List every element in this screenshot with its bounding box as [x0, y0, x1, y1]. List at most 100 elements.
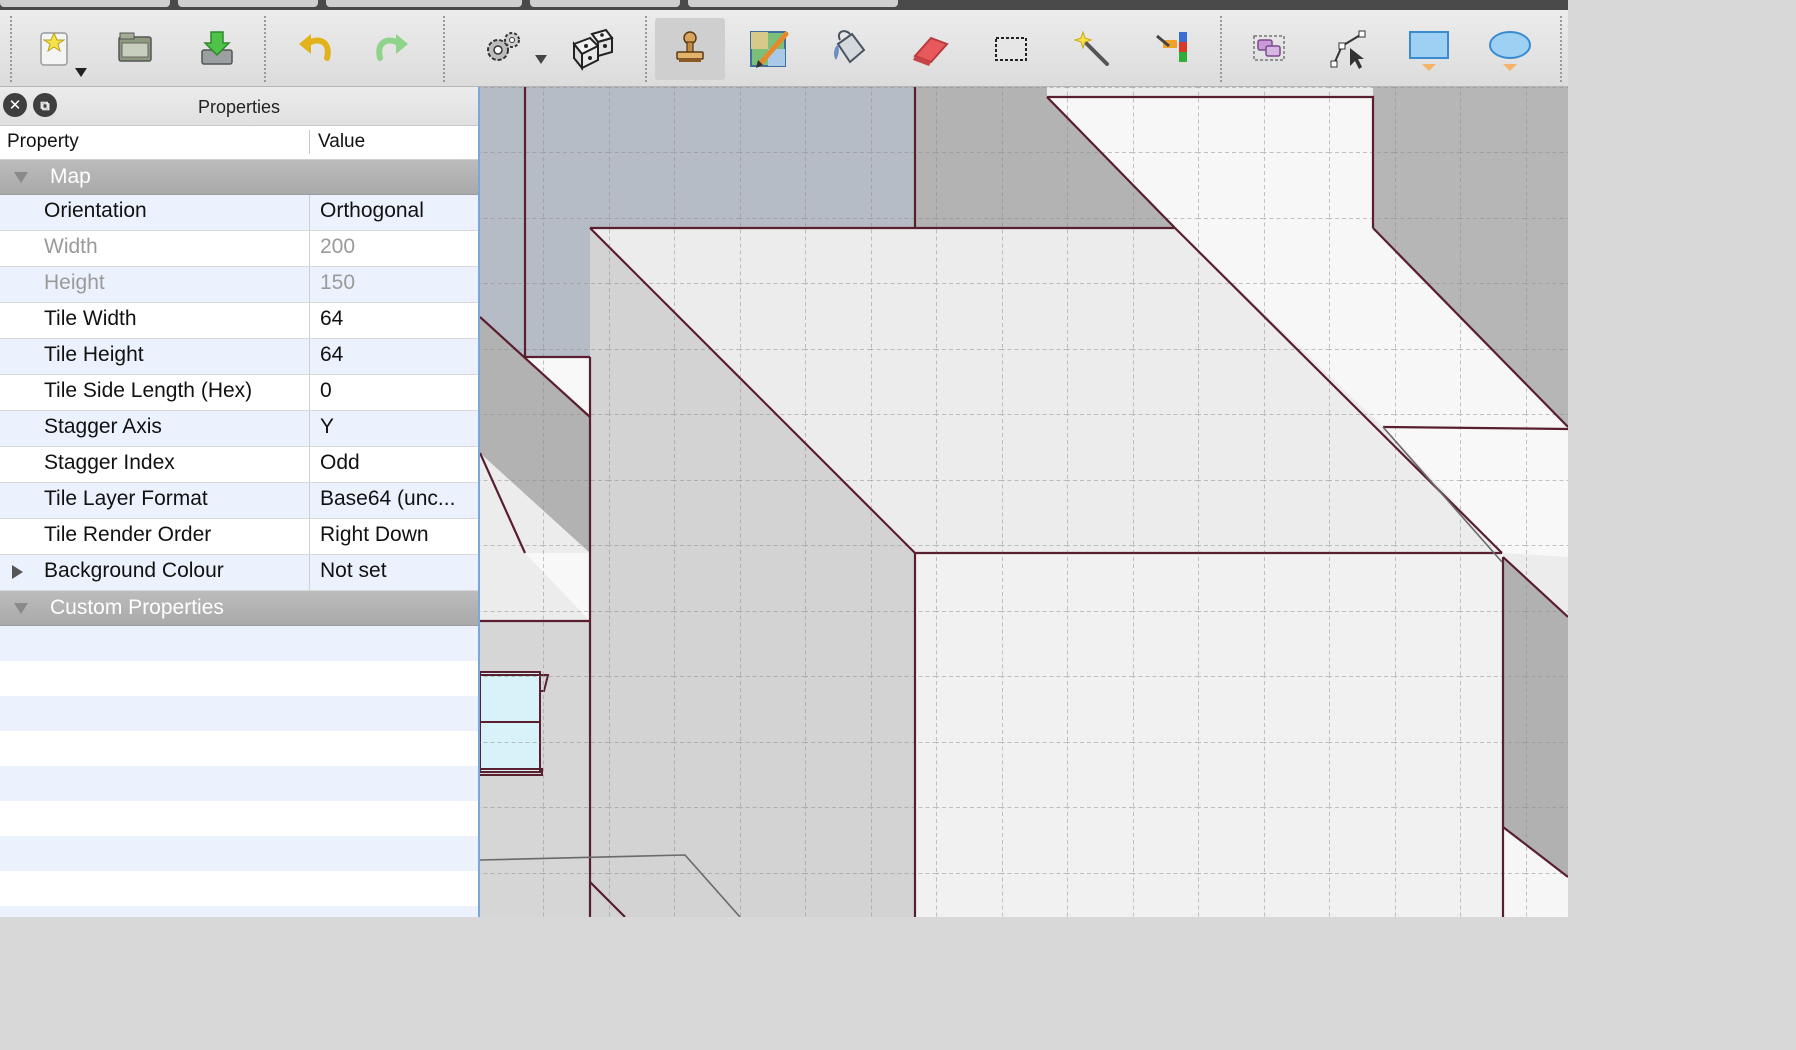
property-key: Tile Render Order	[44, 523, 212, 546]
tab-segment[interactable]	[178, 0, 318, 7]
property-key: Tile Layer Format	[44, 487, 208, 510]
tab-segment[interactable]	[0, 0, 170, 7]
property-value[interactable]: 64	[320, 343, 343, 367]
group-label: Custom Properties	[50, 596, 224, 619]
tab-segment[interactable]	[688, 0, 898, 7]
property-row-tile-height[interactable]: Tile Height 64	[0, 339, 478, 375]
tab-segment[interactable]	[326, 0, 522, 7]
redo-arrow-icon	[376, 34, 408, 61]
map-canvas[interactable]	[480, 87, 1568, 917]
stamp-icon	[676, 31, 704, 62]
edit-polygons-button[interactable]	[1320, 18, 1378, 80]
property-key: Stagger Index	[44, 451, 175, 474]
property-row-background-colour[interactable]: Background Colour Not set	[0, 555, 478, 591]
terrain-brush-icon	[750, 31, 789, 68]
property-value: 200	[320, 235, 356, 258]
property-key: Stagger Axis	[44, 415, 162, 438]
empty-row	[0, 836, 478, 871]
property-key: Height	[44, 271, 105, 294]
property-value[interactable]: Base64 (unc...	[320, 487, 455, 511]
toolbar-separator	[264, 16, 266, 82]
empty-row	[0, 801, 478, 836]
terrain-brush-button[interactable]	[740, 18, 798, 80]
property-value[interactable]: Orthogonal	[320, 199, 424, 223]
panel-titlebar: ✕ ⧉ Properties	[0, 87, 478, 126]
property-value[interactable]: 64	[320, 307, 343, 331]
property-value[interactable]: Odd	[320, 451, 360, 475]
value-column-header[interactable]: Value	[318, 131, 365, 153]
tab-segment[interactable]	[530, 0, 680, 7]
undo-button[interactable]	[287, 18, 345, 80]
property-row-stagger-index[interactable]: Stagger Index Odd	[0, 447, 478, 483]
bucket-fill-button[interactable]	[820, 18, 878, 80]
property-row-tile-layer-format[interactable]: Tile Layer Format Base64 (unc...	[0, 483, 478, 519]
properties-panel: ✕ ⧉ Properties Property Value Map Orient…	[0, 87, 480, 917]
eraser-button[interactable]	[901, 18, 959, 80]
collapse-triangle-icon[interactable]	[14, 172, 28, 183]
group-map[interactable]: Map	[0, 160, 478, 195]
chevron-down-icon[interactable]	[535, 55, 547, 64]
open-button[interactable]	[106, 18, 164, 80]
save-download-icon	[201, 31, 233, 65]
magic-wand-button[interactable]	[1063, 18, 1121, 80]
toolbar-separator	[1220, 16, 1222, 82]
property-row-height: Height 150	[0, 267, 478, 303]
map-view	[480, 87, 1568, 917]
select-objects-button[interactable]	[1240, 18, 1298, 80]
paint-bucket-icon	[834, 30, 866, 64]
toolbar-separator	[1560, 16, 1562, 82]
property-row-tile-side-length[interactable]: Tile Side Length (Hex) 0	[0, 375, 478, 411]
magic-wand-icon	[1073, 30, 1109, 66]
empty-row	[0, 731, 478, 766]
tab-strip	[0, 0, 1568, 10]
toolbar-separator	[443, 16, 445, 82]
property-key: Background Colour	[44, 559, 224, 582]
column-header: Property Value	[0, 126, 478, 160]
commands-button[interactable]	[474, 18, 532, 80]
insert-rectangle-button[interactable]	[1400, 18, 1458, 80]
empty-row	[0, 871, 478, 906]
property-value[interactable]: Not set	[320, 559, 387, 583]
property-row-stagger-axis[interactable]: Stagger Axis Y	[0, 411, 478, 447]
random-mode-button[interactable]	[562, 18, 620, 80]
collapse-triangle-icon[interactable]	[14, 603, 28, 614]
property-row-tile-render-order[interactable]: Tile Render Order Right Down	[0, 519, 478, 555]
empty-row	[0, 766, 478, 801]
select-objects-icon	[1253, 35, 1285, 61]
property-row-tile-width[interactable]: Tile Width 64	[0, 303, 478, 339]
eraser-icon	[913, 36, 949, 66]
save-button[interactable]	[188, 18, 246, 80]
tile-grid	[480, 87, 1568, 917]
rectangular-select-button[interactable]	[982, 18, 1040, 80]
toolbar-separator	[645, 16, 647, 82]
insert-ellipse-button[interactable]	[1481, 18, 1539, 80]
chevron-down-icon[interactable]	[75, 68, 87, 77]
property-key: Orientation	[44, 199, 147, 222]
new-document-icon	[40, 31, 68, 66]
property-value[interactable]: 0	[320, 379, 332, 403]
property-value[interactable]: Right Down	[320, 523, 429, 547]
property-value: 150	[320, 271, 356, 294]
stamp-brush-button[interactable]	[655, 18, 725, 80]
column-divider[interactable]	[309, 130, 310, 154]
insert-ellipse-icon	[1489, 31, 1531, 71]
redo-button[interactable]	[362, 18, 420, 80]
group-label: Map	[50, 165, 91, 188]
property-key: Tile Width	[44, 307, 137, 330]
empty-row	[0, 661, 478, 696]
select-same-tile-button[interactable]	[1143, 18, 1201, 80]
property-row-width: Width 200	[0, 231, 478, 267]
property-column-header[interactable]: Property	[7, 131, 79, 153]
edit-polygons-icon	[1330, 30, 1366, 69]
open-folder-icon	[118, 32, 152, 62]
expand-triangle-icon[interactable]	[12, 565, 23, 579]
property-row-orientation[interactable]: Orientation Orthogonal	[0, 195, 478, 231]
toolbar-separator	[10, 16, 12, 82]
property-value[interactable]: Y	[320, 415, 334, 439]
property-key: Tile Side Length (Hex)	[44, 379, 253, 402]
dice-icon	[572, 28, 614, 71]
undo-arrow-icon	[299, 34, 331, 61]
property-key: Width	[44, 235, 98, 258]
group-custom-properties[interactable]: Custom Properties	[0, 591, 478, 626]
insert-rectangle-icon	[1409, 31, 1449, 71]
